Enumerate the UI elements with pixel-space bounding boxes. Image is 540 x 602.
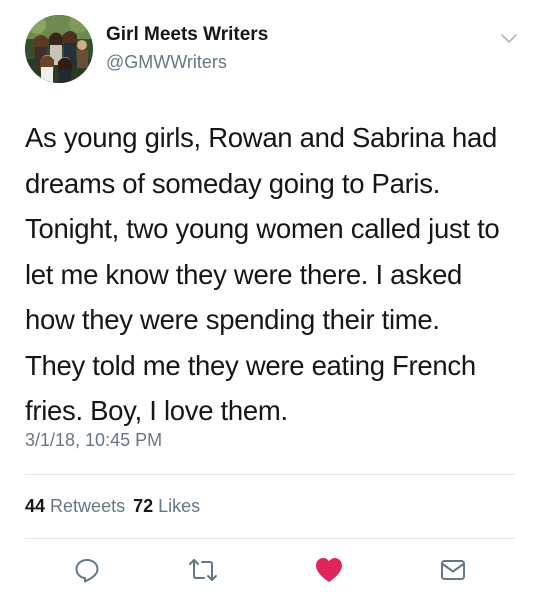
reply-button[interactable] [72, 555, 102, 585]
retweets-stat[interactable]: 44 Retweets [25, 496, 125, 516]
direct-message-button[interactable] [438, 555, 468, 585]
retweets-label: Retweets [50, 496, 126, 516]
tweet-timestamp[interactable]: 3/1/18, 10:45 PM [25, 430, 162, 451]
retweet-icon [189, 559, 217, 581]
avatar[interactable] [25, 15, 93, 83]
envelope-icon [441, 560, 465, 580]
divider [25, 474, 515, 475]
tweet-card: Girl Meets Writers @GMWWriters As young … [0, 0, 540, 602]
like-button[interactable] [314, 555, 344, 585]
tweet-text: As young girls, Rowan and Sabrina had dr… [25, 122, 500, 426]
retweets-count: 44 [25, 496, 46, 516]
likes-label: Likes [158, 496, 201, 516]
user-handle[interactable]: @GMWWriters [106, 52, 227, 73]
heart-icon [316, 558, 342, 582]
likes-stat[interactable]: 72 Likes [133, 496, 200, 516]
avatar-photo [25, 15, 93, 83]
tweet-menu-chevron-down-icon[interactable] [498, 27, 520, 49]
likes-count: 72 [133, 496, 154, 516]
divider [25, 538, 515, 539]
display-name[interactable]: Girl Meets Writers [106, 24, 268, 46]
retweet-button[interactable] [188, 555, 218, 585]
engagement-stats: 44 Retweets 72 Likes [25, 496, 200, 517]
reply-icon [75, 559, 99, 583]
